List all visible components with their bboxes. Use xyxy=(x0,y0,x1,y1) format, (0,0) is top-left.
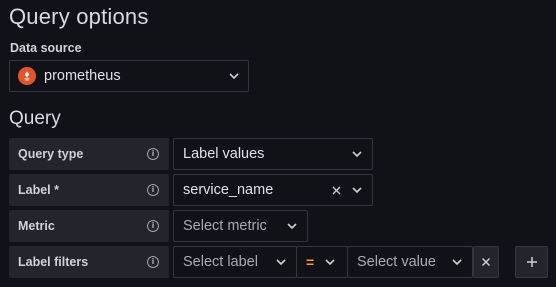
filter-value-placeholder: Select value xyxy=(357,254,436,270)
filter-value-select[interactable]: Select value xyxy=(347,246,473,278)
chevron-down-icon xyxy=(451,256,463,268)
query-type-select[interactable]: Label values xyxy=(173,138,373,170)
metric-label-text: Metric xyxy=(18,219,55,233)
filter-label-placeholder: Select label xyxy=(183,254,258,270)
add-filter-button[interactable] xyxy=(515,246,548,278)
filter-operator: = xyxy=(306,254,315,270)
label-value: service_name xyxy=(183,182,274,198)
info-icon[interactable]: i xyxy=(147,184,159,196)
chevron-down-icon xyxy=(324,256,336,268)
clear-icon[interactable] xyxy=(329,183,343,197)
label-field-label-text: Label * xyxy=(18,183,59,197)
label-filters-label-text: Label filters xyxy=(18,255,89,269)
datasource-label: Data source xyxy=(10,41,82,55)
chevron-down-icon xyxy=(228,70,240,82)
filter-operator-select[interactable]: = xyxy=(296,246,348,278)
query-section-title: Query xyxy=(9,108,61,129)
metric-select[interactable]: Select metric xyxy=(173,210,308,242)
chevron-down-icon xyxy=(286,220,298,232)
chevron-down-icon xyxy=(275,256,287,268)
label-field-label: Label * i xyxy=(9,174,169,206)
datasource-name: prometheus xyxy=(44,68,121,84)
info-icon[interactable]: i xyxy=(147,148,159,160)
query-type-value: Label values xyxy=(183,146,265,162)
query-type-label-text: Query type xyxy=(18,147,84,161)
metric-label: Metric i xyxy=(9,210,169,242)
close-icon xyxy=(481,257,491,267)
page-title: Query options xyxy=(9,4,149,29)
chevron-down-icon xyxy=(351,184,363,196)
plus-icon xyxy=(526,256,538,268)
label-select[interactable]: service_name xyxy=(173,174,373,206)
info-icon[interactable]: i xyxy=(147,256,159,268)
info-icon[interactable]: i xyxy=(147,220,159,232)
query-type-label: Query type i xyxy=(9,138,169,170)
chevron-down-icon xyxy=(351,148,363,160)
prometheus-logo-icon xyxy=(18,67,36,85)
datasource-picker[interactable]: prometheus xyxy=(9,60,249,92)
metric-placeholder: Select metric xyxy=(183,218,267,234)
filter-label-select[interactable]: Select label xyxy=(173,246,297,278)
remove-filter-button[interactable] xyxy=(473,246,499,278)
label-filters-label: Label filters i xyxy=(9,246,169,278)
